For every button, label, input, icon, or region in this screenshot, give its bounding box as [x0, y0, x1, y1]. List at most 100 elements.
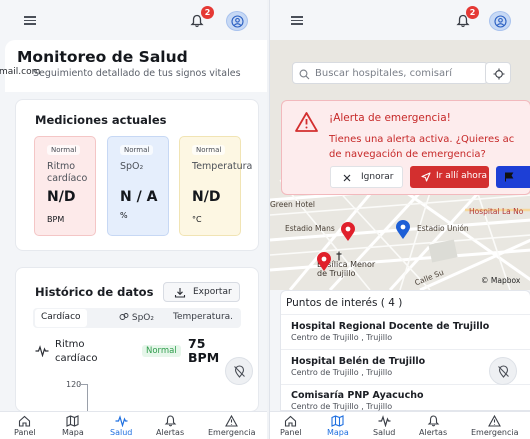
mapbox-attribution: © Mapbox: [481, 276, 521, 285]
oxygen-icon: [119, 313, 129, 320]
current-measurements-title: Mediciones actuales: [35, 113, 167, 127]
email-fragment: mail.com: [0, 67, 41, 77]
ignore-button[interactable]: Ignorar: [330, 166, 403, 188]
map-label: Estadio Mans: [285, 224, 335, 233]
history-tabs: Cardíaco SpO₂ Temperatura.: [33, 308, 241, 328]
nav-label: Mapa: [62, 428, 84, 437]
poi-address: Centro de Trujillo , Trujillo: [291, 333, 393, 342]
poi-title: Puntos de interés ( 4 ): [286, 297, 403, 309]
nav-salud[interactable]: Salud: [373, 415, 395, 437]
heart-rate-number: 75: [188, 336, 206, 351]
metric-temperature[interactable]: Normal Temperatura N/D °C: [179, 136, 252, 236]
heart-rate-label: Ritmo cardíaco: [55, 338, 97, 366]
status-badge: Normal: [142, 345, 181, 357]
page-header: Monitoreo de Salud Seguimiento detallado…: [5, 40, 267, 92]
map-screen: 2 Buscar hospitales, comisarí ¡Alerta de…: [269, 0, 530, 439]
divider: [281, 384, 530, 385]
map-marker-icon[interactable]: [340, 222, 356, 242]
menu-icon[interactable]: [291, 16, 303, 25]
bell-icon: [164, 415, 176, 427]
map-icon: [331, 415, 344, 427]
emergency-alert: ¡Alerta de emergencia! Tienes una alerta…: [281, 100, 530, 195]
map-marker-icon[interactable]: [316, 252, 332, 272]
nav-mapa[interactable]: Mapa: [62, 415, 84, 437]
menu-icon[interactable]: [24, 16, 36, 25]
map-label: Hospital La No: [469, 207, 524, 216]
nav-label: Alertas: [156, 428, 185, 437]
map-label: Estadio Unión: [417, 224, 469, 233]
points-of-interest-panel: Puntos de interés ( 4 ) Hospital Regiona…: [280, 290, 530, 411]
warning-icon: [225, 415, 239, 427]
export-button[interactable]: Exportar: [163, 282, 240, 302]
poi-address: Centro de Trujillo , Trujillo: [291, 402, 393, 411]
search-input[interactable]: Buscar hospitales, comisarí: [292, 62, 488, 84]
map-label: Green Hotel: [270, 200, 315, 209]
nav-salud[interactable]: Salud: [110, 415, 132, 437]
location-off-icon: [234, 365, 245, 378]
metric-unit: °C: [192, 215, 202, 224]
nav-emergencia[interactable]: Emergencia: [208, 415, 256, 437]
metric-label: Temperatura: [192, 161, 253, 172]
metric-spo2[interactable]: Normal SpO₂ N / A %: [107, 136, 169, 236]
warning-icon: [295, 112, 318, 132]
nav-emergencia[interactable]: Emergencia: [471, 415, 519, 437]
alert-message-line1: Tienes una alerta activa. ¿Quieres ac: [329, 134, 515, 145]
nav-alertas[interactable]: Alertas: [419, 415, 447, 437]
nav-panel[interactable]: Panel: [14, 415, 36, 437]
heartbeat-icon: [35, 345, 49, 357]
chart-y-tick-mark: [79, 384, 87, 385]
nav-panel[interactable]: Panel: [280, 415, 302, 437]
tab-label: SpO₂: [131, 313, 154, 323]
metric-label: SpO₂: [120, 161, 144, 172]
heart-rate-label-line1: Ritmo: [55, 339, 85, 350]
pulse-icon: [378, 415, 391, 427]
divider: [281, 349, 530, 350]
metric-heart-rate[interactable]: Normal Ritmo cardíaco N/D BPM: [34, 136, 96, 236]
heart-rate-unit: BPM: [188, 350, 220, 365]
avatar[interactable]: [226, 11, 248, 31]
flag-button[interactable]: [496, 166, 530, 188]
bottom-nav: Panel Mapa Salud Alertas Emergencia: [270, 411, 530, 439]
navigation-icon: [421, 172, 431, 182]
home-icon: [19, 415, 31, 427]
page-title: Monitoreo de Salud: [17, 48, 188, 66]
metric-label: Ritmo cardíaco: [47, 161, 88, 184]
list-item[interactable]: Comisaría PNP Ayacucho Centro de Trujill…: [291, 390, 526, 411]
metric-value: N/D: [47, 189, 76, 205]
list-item[interactable]: Hospital Regional Docente de Trujillo Ce…: [291, 321, 526, 342]
user-icon: [494, 15, 507, 28]
health-screen: 2 Monitoreo de Salud Seguimiento detalla…: [0, 0, 267, 439]
search-placeholder: Buscar hospitales, comisarí: [315, 68, 453, 79]
metric-status: Normal: [192, 145, 226, 155]
home-icon: [285, 415, 297, 427]
nav-label: Emergencia: [471, 428, 519, 437]
nav-label: Panel: [14, 428, 36, 437]
metric-status: Normal: [120, 145, 154, 155]
tab-spo2[interactable]: SpO₂: [119, 312, 154, 323]
tab-temperatura[interactable]: Temperatura.: [173, 312, 233, 322]
poi-name: Hospital Regional Docente de Trujillo: [291, 321, 490, 332]
ignore-label: Ignorar: [361, 172, 394, 182]
user-icon: [231, 15, 244, 28]
police-marker-icon[interactable]: [394, 220, 412, 240]
navigate-now-button[interactable]: Ir allí ahora: [410, 166, 489, 188]
location-off-button[interactable]: [489, 357, 517, 385]
metric-unit: BPM: [47, 215, 65, 224]
my-location-button[interactable]: [485, 62, 511, 84]
nav-alertas[interactable]: Alertas: [156, 415, 184, 437]
location-off-button[interactable]: [225, 357, 253, 385]
nav-label: Panel: [280, 428, 302, 437]
location-off-icon: [498, 365, 509, 378]
alert-message: Tienes una alerta activa. ¿Quieres ac de…: [329, 132, 514, 162]
nav-label: Salud: [110, 428, 133, 437]
nav-mapa[interactable]: Mapa: [327, 415, 349, 437]
tab-cardiaco[interactable]: Cardíaco: [35, 309, 87, 327]
nav-label: Salud: [373, 428, 396, 437]
top-bar: 2: [0, 0, 267, 40]
top-bar: 2: [270, 0, 530, 40]
avatar[interactable]: [489, 11, 511, 31]
pulse-icon: [115, 415, 128, 427]
nav-label: Mapa: [327, 428, 349, 437]
warning-icon: [488, 415, 502, 427]
heart-rate-value: 75 BPM: [188, 337, 219, 365]
